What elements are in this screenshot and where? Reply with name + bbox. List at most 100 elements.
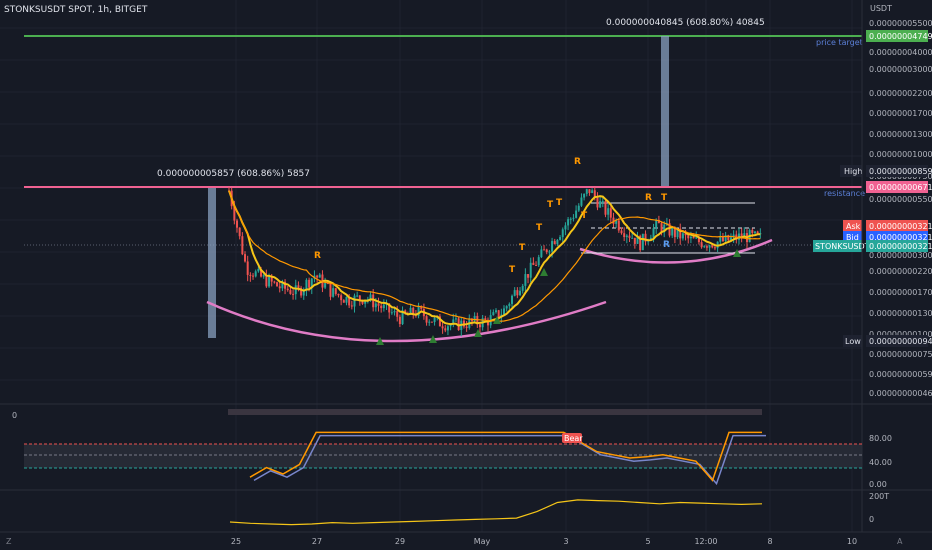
osc-scale-40: 40.00 bbox=[869, 458, 892, 467]
auto-scale-icon[interactable]: A bbox=[897, 537, 903, 546]
candle-body bbox=[631, 237, 634, 239]
candle-body bbox=[609, 208, 612, 218]
green-measure-label: 0.000000040845 (608.80%) 40845 bbox=[606, 18, 765, 28]
price-tick-label: 0.000000055000 bbox=[869, 19, 932, 28]
pink-measure-label: 0.000000005857 (608.86%) 5857 bbox=[157, 169, 310, 179]
t-label: T bbox=[556, 198, 563, 208]
candle-body bbox=[620, 230, 623, 234]
candle-body bbox=[433, 317, 436, 323]
candle-body bbox=[708, 245, 711, 248]
candle-body bbox=[484, 318, 487, 320]
candle-body bbox=[513, 290, 516, 296]
candle-body bbox=[262, 275, 265, 277]
candle-body bbox=[276, 282, 279, 287]
t-label: T bbox=[519, 243, 526, 253]
candle-body bbox=[543, 249, 546, 251]
candle-body bbox=[249, 274, 252, 276]
price-tick-label: 0.000000022000 bbox=[869, 89, 932, 98]
last-value: 0.000000003212 bbox=[869, 242, 932, 251]
candle-body bbox=[511, 295, 514, 304]
price-target-label: price target bbox=[816, 38, 863, 47]
candle-body bbox=[495, 310, 497, 313]
currency-label: USDT bbox=[870, 4, 892, 13]
candle-body bbox=[254, 271, 257, 277]
oscillator-band bbox=[24, 444, 862, 468]
candle-body bbox=[521, 285, 524, 291]
candle-body bbox=[524, 274, 527, 286]
candle-body bbox=[324, 283, 327, 288]
candle-body bbox=[583, 193, 586, 198]
candle-body bbox=[428, 321, 431, 323]
time-tick-label: 25 bbox=[231, 537, 241, 546]
price-tick-label: 0.000000010000 bbox=[869, 150, 932, 159]
candle-body bbox=[689, 236, 692, 239]
partial-tick: 0.000000003000 bbox=[869, 251, 932, 260]
candle-body bbox=[441, 326, 444, 329]
time-tick-label: 10 bbox=[847, 537, 857, 546]
candle-body bbox=[673, 228, 676, 238]
candle-body bbox=[353, 295, 356, 307]
pink-measure-bar[interactable] bbox=[208, 188, 216, 338]
ask-label: Ask bbox=[846, 222, 861, 231]
candle-body bbox=[601, 201, 604, 203]
candle-body bbox=[374, 303, 377, 308]
candle-body bbox=[297, 285, 300, 288]
candle-body bbox=[561, 229, 564, 238]
candle-body bbox=[345, 296, 348, 303]
candle-body bbox=[246, 261, 249, 275]
symbol-title: STONKSUSDT SPOT, 1h, BITGET bbox=[4, 5, 148, 15]
candle-body bbox=[692, 236, 695, 239]
green-measure-bar[interactable] bbox=[661, 36, 669, 186]
candle-body bbox=[753, 231, 756, 233]
price-tick-label: 0.000000000750 bbox=[869, 350, 932, 359]
price-tick-label: 0.000000040000 bbox=[869, 48, 932, 57]
bear-label: Bear bbox=[564, 434, 583, 443]
candle-body bbox=[241, 236, 244, 255]
candle-body bbox=[687, 235, 690, 239]
price-tick-label: 0.000000002200 bbox=[869, 267, 932, 276]
ask-value: 0.000000003214 bbox=[869, 222, 932, 231]
price-tick-label: 0.000000001300 bbox=[869, 309, 932, 318]
zoom-left-icon[interactable]: Z bbox=[6, 537, 12, 546]
t-label: T bbox=[547, 200, 554, 210]
candle-body bbox=[617, 220, 620, 231]
candle-body bbox=[337, 293, 340, 296]
candle-body bbox=[372, 294, 375, 308]
candle-body bbox=[516, 290, 519, 296]
candle-body bbox=[286, 288, 289, 291]
candle-body bbox=[390, 312, 393, 314]
candle-body bbox=[473, 316, 476, 322]
candle-body bbox=[671, 228, 674, 236]
candle-body bbox=[625, 235, 628, 238]
candle-body bbox=[446, 326, 449, 331]
time-tick-label: 3 bbox=[563, 537, 568, 546]
candle-body bbox=[268, 276, 271, 287]
candle-body bbox=[244, 254, 247, 262]
candle-body bbox=[593, 190, 596, 197]
candle-body bbox=[257, 268, 260, 272]
high-label: High bbox=[844, 167, 862, 176]
osc-scale-0: 0.00 bbox=[869, 480, 887, 489]
time-tick-label: 12:00 bbox=[694, 537, 717, 546]
candle-body bbox=[577, 205, 580, 211]
candle-body bbox=[633, 237, 636, 244]
price-target-value: 0.000000047497 bbox=[869, 32, 932, 41]
candle-body bbox=[553, 241, 556, 245]
candle-body bbox=[567, 219, 570, 226]
candle-body bbox=[292, 293, 295, 295]
candle-body bbox=[591, 190, 594, 193]
candle-body bbox=[535, 264, 538, 266]
time-tick-label: 29 bbox=[395, 537, 405, 546]
candle-body bbox=[751, 230, 754, 233]
time-tick-label: 5 bbox=[645, 537, 650, 546]
candle-body bbox=[559, 237, 562, 240]
chart-root: 0.000000040845 (608.80%) 40845 0.0000000… bbox=[0, 0, 932, 550]
candle-body bbox=[655, 220, 658, 229]
high-value: 0.000000008599 bbox=[869, 167, 932, 176]
candle-body bbox=[430, 321, 433, 323]
candle-body bbox=[236, 220, 239, 228]
r-label: R bbox=[314, 251, 321, 261]
candle-body bbox=[305, 279, 308, 290]
candle-body bbox=[551, 241, 554, 252]
candle-body bbox=[705, 246, 708, 248]
